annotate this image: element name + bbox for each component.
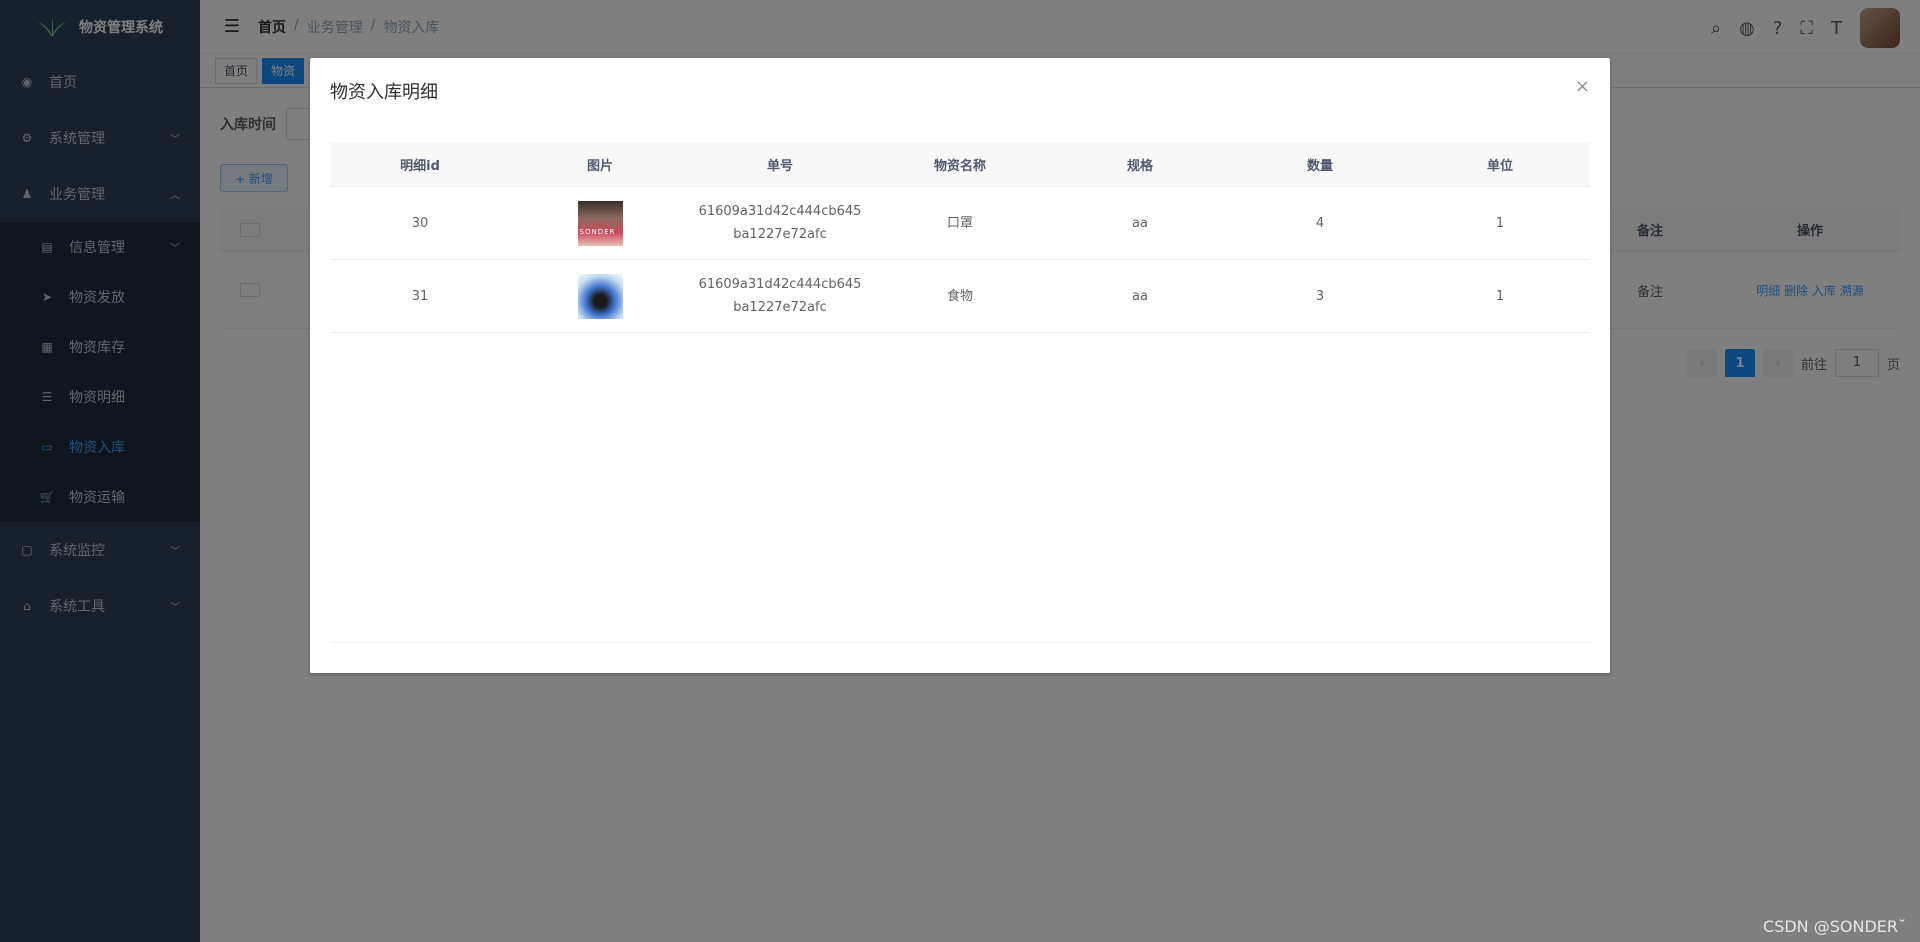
cell-qty: 3 — [1315, 288, 1325, 304]
cell-name: 食物 — [946, 288, 973, 304]
header-image: 图片 — [586, 159, 613, 174]
header-name: 物资名称 — [933, 159, 986, 174]
watermark: CSDN @SONDER˘ — [1763, 917, 1906, 936]
cell-image — [510, 273, 690, 319]
cell-image: SONDER — [510, 200, 690, 246]
table-row: 31 61609a31d42c444cb645 ba1227e72afc 食物 a… — [330, 260, 1590, 333]
stock-in-detail-dialog: 物资入库明细 × 明细id 图片 单号 物资名称 规格 数量 单位 30 SON… — [310, 58, 1610, 673]
cell-spec: aa — [1132, 288, 1148, 304]
detail-table: 明细id 图片 单号 物资名称 规格 数量 单位 30 SONDER 61609… — [330, 143, 1590, 643]
cell-unit: 1 — [1495, 215, 1505, 231]
cell-qty: 4 — [1315, 215, 1325, 231]
cell-unit: 1 — [1495, 288, 1505, 304]
close-icon[interactable]: × — [1575, 76, 1590, 97]
cell-order-no: 61609a31d42c444cb645 ba1227e72afc — [698, 277, 862, 315]
header-id: 明细id — [400, 159, 440, 174]
item-thumbnail[interactable] — [577, 273, 623, 319]
header-qty: 数量 — [1306, 159, 1333, 174]
detail-table-header: 明细id 图片 单号 物资名称 规格 数量 单位 — [330, 143, 1590, 187]
table-row: 30 SONDER 61609a31d42c444cb645 ba1227e72a… — [330, 187, 1590, 260]
cell-name: 口罩 — [946, 215, 973, 231]
item-thumbnail[interactable]: SONDER — [577, 200, 623, 246]
header-order-no: 单号 — [766, 159, 793, 174]
cell-order-no: 61609a31d42c444cb645 ba1227e72afc — [698, 204, 862, 242]
cell-id: 31 — [411, 288, 429, 304]
header-unit: 单位 — [1486, 159, 1513, 174]
cell-spec: aa — [1132, 215, 1148, 231]
cell-id: 30 — [411, 215, 429, 231]
header-spec: 规格 — [1126, 159, 1153, 174]
dialog-title: 物资入库明细 — [330, 82, 438, 103]
